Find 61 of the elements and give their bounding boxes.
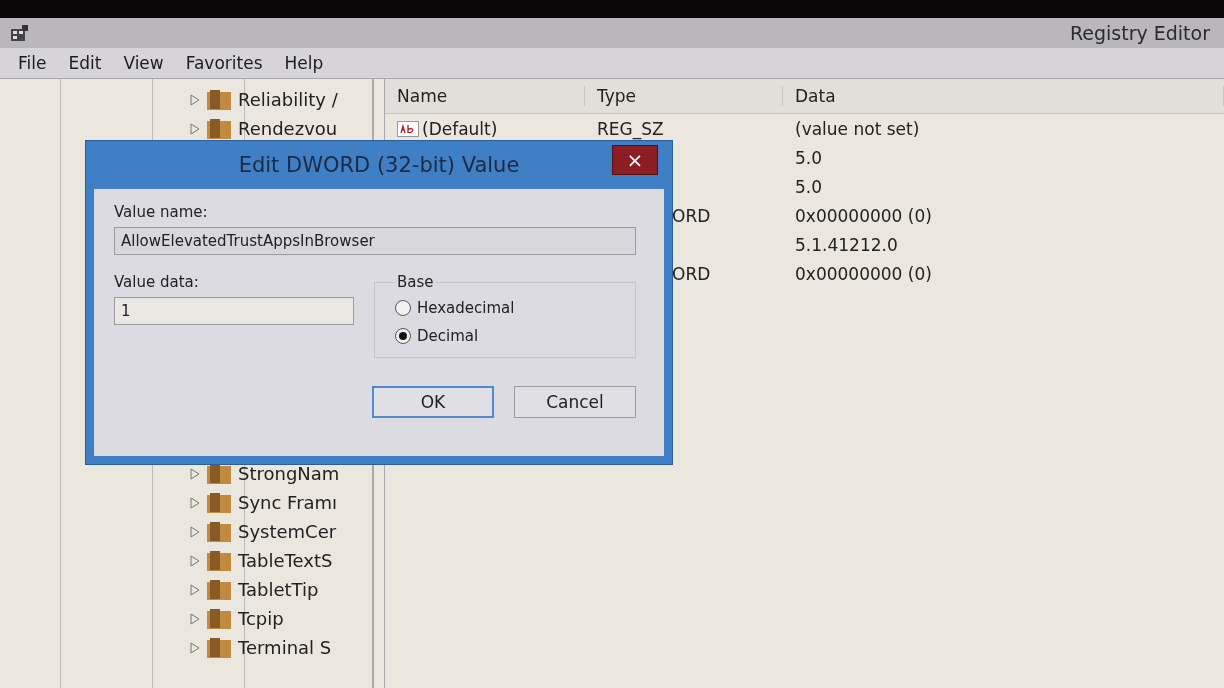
table-cell: REG_SZ (597, 118, 664, 139)
app-icon (10, 24, 30, 42)
close-button[interactable]: × (612, 145, 658, 175)
expand-arrow-icon[interactable] (190, 93, 200, 106)
column-header[interactable]: Name (385, 86, 585, 106)
folder-icon (206, 520, 232, 543)
table-cell: 5.0 (795, 176, 823, 197)
expand-arrow-icon[interactable] (190, 525, 200, 538)
radio-button[interactable] (395, 300, 411, 316)
window-title: Registry Editor (1069, 22, 1210, 44)
dialog-button[interactable]: Cancel (514, 386, 636, 418)
menu-item[interactable]: File (18, 53, 47, 73)
expand-arrow-icon[interactable] (190, 122, 200, 135)
column-header[interactable]: Data (783, 86, 1224, 106)
expand-arrow-icon[interactable] (190, 496, 200, 509)
string-value-icon (397, 120, 419, 137)
tree-item[interactable]: StrongNam (238, 463, 340, 484)
menu-item[interactable]: Edit (68, 53, 102, 73)
folder-icon (206, 578, 232, 601)
table-cell: 0x00000000 (0) (795, 205, 932, 226)
table-cell: (Default) (422, 118, 498, 139)
group-label: Base (396, 273, 435, 291)
tree-item[interactable]: Tcpip (238, 608, 284, 629)
expand-arrow-icon[interactable] (190, 641, 200, 654)
tree-item[interactable]: TableTextS (238, 550, 333, 571)
tree-item[interactable]: Sync Framı (238, 492, 338, 513)
tree-item[interactable]: Terminal S (238, 637, 332, 658)
table-cell: ORD (672, 205, 711, 226)
tree-item[interactable]: SystemCer (238, 521, 337, 542)
table-cell: ORD (672, 263, 711, 284)
tree-item[interactable]: TabletTip (238, 579, 319, 600)
expand-arrow-icon[interactable] (190, 612, 200, 625)
column-header[interactable]: Type (585, 86, 783, 106)
expand-arrow-icon[interactable] (190, 554, 200, 567)
folder-icon (206, 491, 232, 514)
folder-icon (206, 117, 232, 140)
expand-arrow-icon[interactable] (190, 583, 200, 596)
menu-item[interactable]: Help (284, 53, 324, 73)
folder-icon (206, 549, 232, 572)
value-name-field[interactable]: AllowElevatedTrustAppsInBrowser (114, 227, 636, 255)
field-label: Value name: (114, 203, 209, 221)
radio-label[interactable]: Decimal (417, 327, 479, 345)
field-label: Value data: (114, 273, 200, 291)
table-cell: 5.1.41212.0 (795, 234, 898, 255)
folder-icon (206, 462, 232, 485)
dialog-title: Edit DWORD (32-bit) Value (238, 153, 520, 177)
tree-item[interactable]: Reliability / (238, 89, 338, 110)
folder-icon (206, 607, 232, 630)
menu-item[interactable]: Favorites (185, 53, 263, 73)
folder-icon (206, 88, 232, 111)
dialog-button[interactable]: OK (372, 386, 494, 418)
menu-item[interactable]: View (123, 53, 164, 73)
folder-icon (206, 636, 232, 659)
expand-arrow-icon[interactable] (190, 467, 200, 480)
tree-item[interactable]: Rendezvou (238, 118, 338, 139)
value-data-field[interactable]: 1 (114, 297, 354, 325)
table-cell: 0x00000000 (0) (795, 263, 932, 284)
table-cell: (value not set) (795, 118, 920, 139)
radio-button[interactable] (395, 328, 411, 344)
radio-label[interactable]: Hexadecimal (417, 299, 515, 317)
table-cell: 5.0 (795, 147, 823, 168)
